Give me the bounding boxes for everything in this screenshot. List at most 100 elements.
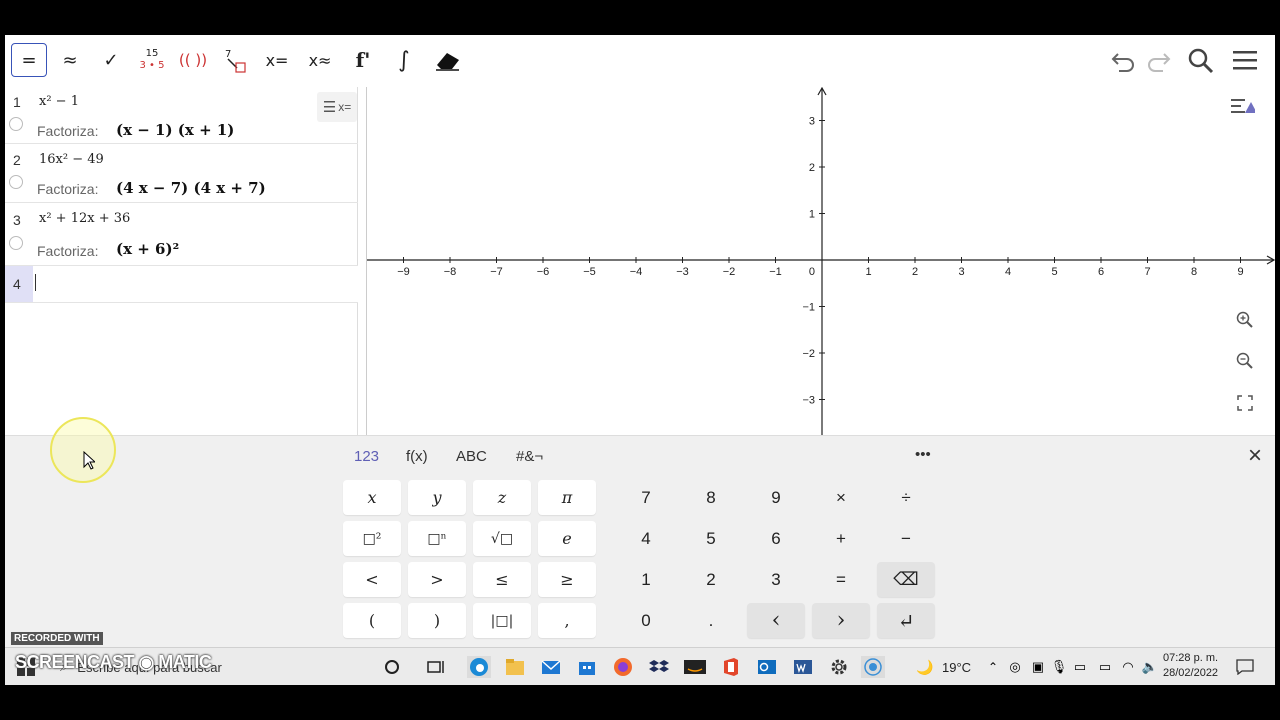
algebra-input-row[interactable]: 4 bbox=[5, 266, 358, 303]
key-3[interactable]: 3 bbox=[747, 562, 805, 597]
factor-number-button[interactable]: 15 3 • 5 bbox=[134, 43, 170, 77]
word-app[interactable] bbox=[791, 656, 815, 678]
row-input[interactable]: x² + 12x + 36 bbox=[39, 211, 130, 226]
weather-icon[interactable]: 🌙 bbox=[915, 656, 935, 678]
app-tray-icon[interactable]: ▣ bbox=[1029, 656, 1047, 678]
key-minus[interactable]: − bbox=[877, 521, 935, 556]
key-cursor-right[interactable]: › bbox=[812, 603, 870, 638]
key-7[interactable]: 7 bbox=[617, 480, 675, 515]
amazon-app[interactable] bbox=[683, 656, 707, 678]
tab-functions[interactable]: f(x) bbox=[406, 448, 428, 465]
key-divide[interactable]: ÷ bbox=[877, 480, 935, 515]
file-explorer-app[interactable] bbox=[503, 656, 527, 678]
integral-button[interactable]: ∫ bbox=[386, 43, 422, 77]
nsolve-button[interactable]: x≈ bbox=[302, 43, 338, 77]
key-less-equal[interactable]: ≤ bbox=[473, 562, 531, 597]
algebra-row-1[interactable]: 1 x² − 1 Factoriza: (x − 1) (x + 1) bbox=[5, 87, 358, 144]
store-app[interactable] bbox=[575, 656, 599, 678]
tab-abc[interactable]: ABC bbox=[456, 448, 487, 465]
redo-button[interactable] bbox=[1145, 47, 1173, 79]
key-enter[interactable]: ↵ bbox=[877, 603, 935, 638]
key-open-paren[interactable]: ( bbox=[343, 603, 401, 638]
substitute-button[interactable]: 7 bbox=[216, 43, 252, 77]
recorder-app[interactable] bbox=[861, 656, 885, 678]
algebra-row-3[interactable]: 3 x² + 12x + 36 Factoriza: (x + 6)² bbox=[5, 203, 358, 266]
network-app-icon[interactable]: ◎ bbox=[1006, 656, 1024, 678]
firefox-app[interactable] bbox=[611, 656, 635, 678]
visibility-toggle[interactable] bbox=[9, 117, 23, 131]
task-view-button[interactable] bbox=[425, 656, 447, 678]
key-equals[interactable]: = bbox=[812, 562, 870, 597]
key-close-paren[interactable]: ) bbox=[408, 603, 466, 638]
clock[interactable]: 07:28 p. m. 28/02/2022 bbox=[1163, 651, 1218, 681]
key-6[interactable]: 6 bbox=[747, 521, 805, 556]
close-keyboard-button[interactable]: × bbox=[1248, 442, 1262, 470]
tab-symbols[interactable]: #&¬ bbox=[516, 448, 543, 465]
settings-app[interactable] bbox=[827, 656, 851, 678]
key-backspace[interactable]: ⌫ bbox=[877, 562, 935, 597]
chevron-up-icon[interactable]: ⌃ bbox=[985, 656, 1001, 678]
key-greater-equal[interactable]: ≥ bbox=[538, 562, 596, 597]
amazon-icon bbox=[684, 660, 706, 674]
evaluate-button[interactable]: = bbox=[11, 43, 47, 77]
check-button[interactable]: ✓ bbox=[93, 43, 129, 77]
coordinate-plane[interactable]: −9 −8 −7 −6 −5 −4 −3 −2 −1 1 2 3 4 5 6 7 8 9 3 2 1 −1 −2 −3 0 bbox=[367, 87, 1275, 435]
key-sqrt[interactable]: √□ bbox=[473, 521, 531, 556]
volume-icon[interactable]: 🔈 bbox=[1141, 656, 1159, 678]
office-app[interactable] bbox=[719, 656, 743, 678]
key-8[interactable]: 8 bbox=[682, 480, 740, 515]
tab-123[interactable]: 123 bbox=[354, 448, 379, 465]
key-multiply[interactable]: × bbox=[812, 480, 870, 515]
key-square[interactable]: □² bbox=[343, 521, 401, 556]
undo-button[interactable] bbox=[1109, 47, 1137, 79]
zoom-out-button[interactable] bbox=[1232, 348, 1258, 374]
key-5[interactable]: 5 bbox=[682, 521, 740, 556]
key-1[interactable]: 1 bbox=[617, 562, 675, 597]
key-abs[interactable]: |□| bbox=[473, 603, 531, 638]
key-y[interactable]: y bbox=[408, 480, 466, 515]
row-input[interactable]: x² − 1 bbox=[39, 94, 79, 109]
key-power[interactable]: □ⁿ bbox=[408, 521, 466, 556]
outlook-app[interactable] bbox=[755, 656, 779, 678]
visibility-toggle[interactable] bbox=[9, 175, 23, 189]
cortana-button[interactable] bbox=[381, 656, 403, 678]
graphics-style-button[interactable] bbox=[1229, 93, 1255, 119]
graphics-view[interactable]: −9 −8 −7 −6 −5 −4 −3 −2 −1 1 2 3 4 5 6 7 8 9 3 2 1 −1 −2 −3 0 bbox=[366, 87, 1275, 435]
display-icon[interactable]: ▭ bbox=[1071, 656, 1089, 678]
key-comma[interactable]: , bbox=[538, 603, 596, 638]
notifications-button[interactable] bbox=[1235, 656, 1255, 678]
edge-app[interactable] bbox=[467, 656, 491, 678]
key-pi[interactable]: π bbox=[538, 480, 596, 515]
key-cursor-left[interactable]: ‹ bbox=[747, 603, 805, 638]
numeric-button[interactable]: ≈ bbox=[52, 43, 88, 77]
temperature[interactable]: 19°C bbox=[942, 656, 971, 678]
microphone-icon[interactable]: 🎙 bbox=[1051, 656, 1068, 678]
fullscreen-button[interactable] bbox=[1232, 390, 1258, 416]
key-decimal[interactable]: . bbox=[682, 603, 740, 638]
zoom-in-button[interactable] bbox=[1232, 307, 1258, 333]
derivative-button[interactable]: f' bbox=[345, 43, 381, 77]
eraser-button[interactable] bbox=[429, 43, 465, 77]
key-less-than[interactable]: < bbox=[343, 562, 401, 597]
key-z[interactable]: z bbox=[473, 480, 531, 515]
expand-button[interactable]: (( )) bbox=[175, 43, 211, 77]
visibility-toggle[interactable] bbox=[9, 236, 23, 250]
menu-button[interactable] bbox=[1231, 47, 1259, 79]
key-plus[interactable]: + bbox=[812, 521, 870, 556]
solve-button[interactable]: x= bbox=[259, 43, 295, 77]
battery-icon[interactable]: ▭ bbox=[1095, 656, 1115, 678]
key-greater-than[interactable]: > bbox=[408, 562, 466, 597]
row-input[interactable]: 16x² − 49 bbox=[39, 152, 104, 167]
mail-app[interactable] bbox=[539, 656, 563, 678]
key-x[interactable]: x bbox=[343, 480, 401, 515]
more-options-button[interactable]: ••• bbox=[915, 446, 931, 463]
key-e[interactable]: e bbox=[538, 521, 596, 556]
algebra-row-2[interactable]: 2 16x² − 49 Factoriza: (4 x − 7) (4 x + … bbox=[5, 144, 358, 203]
key-9[interactable]: 9 bbox=[747, 480, 805, 515]
key-0[interactable]: 0 bbox=[617, 603, 675, 638]
search-button[interactable] bbox=[1187, 47, 1215, 81]
key-2[interactable]: 2 bbox=[682, 562, 740, 597]
dropbox-app[interactable] bbox=[647, 656, 671, 678]
key-4[interactable]: 4 bbox=[617, 521, 675, 556]
wifi-icon[interactable]: ◠ bbox=[1119, 656, 1137, 678]
